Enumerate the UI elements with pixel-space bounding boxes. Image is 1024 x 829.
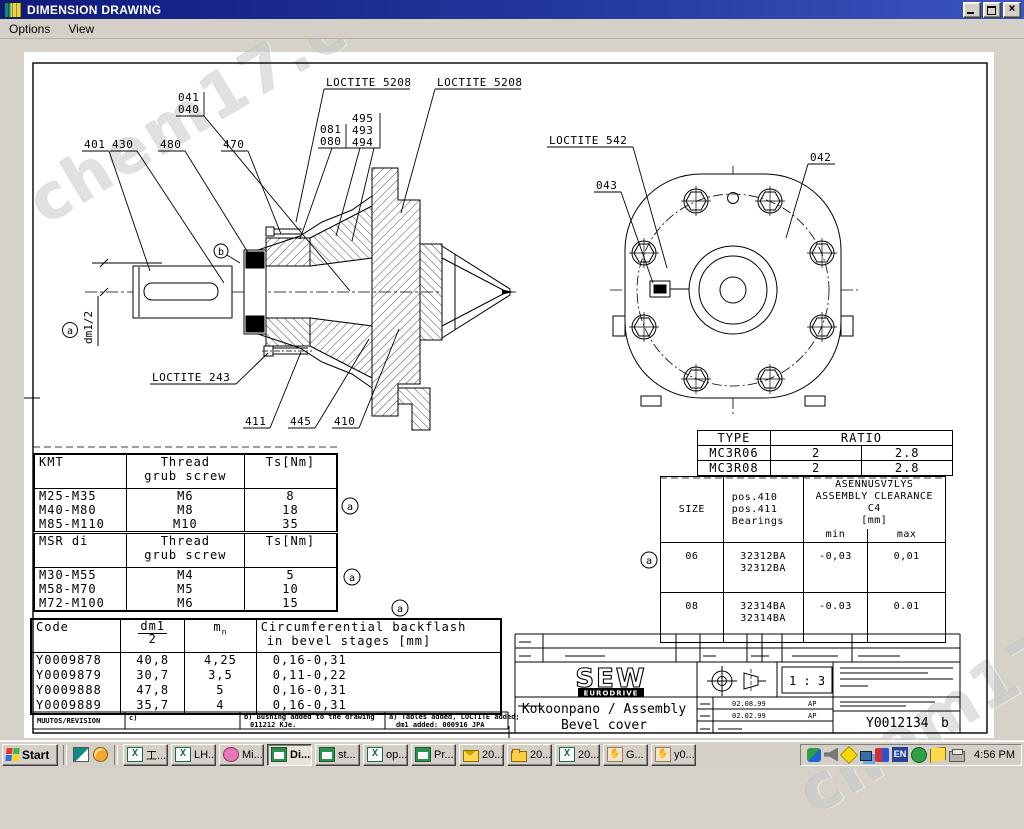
taskbar-separator [114, 745, 118, 765]
app-window-icon [271, 747, 287, 762]
menu-view[interactable]: View [59, 21, 103, 37]
taskbar-button-6[interactable]: op... [363, 744, 408, 766]
network-icon[interactable] [860, 751, 872, 761]
messenger-icon[interactable] [930, 747, 946, 763]
folder-icon [511, 751, 527, 762]
code-backflash-table: Code dm12 mn Circumferential backflashin… [30, 618, 502, 715]
excel-icon [127, 747, 143, 762]
taskbar-button-8[interactable]: 20... [459, 744, 504, 766]
close-button[interactable] [1003, 2, 1021, 18]
taskbar-button-dimension-drawing[interactable]: Di... [267, 744, 312, 766]
language-indicator[interactable]: EN [892, 747, 908, 762]
hand-icon [655, 747, 671, 762]
taskbar-button-11[interactable]: G... [603, 744, 648, 766]
taskbar-button-7[interactable]: Pr... [411, 744, 456, 766]
scheduler-icon[interactable] [911, 747, 927, 763]
taskbar-button-5[interactable]: st... [315, 744, 360, 766]
excel-icon [175, 747, 191, 762]
excel-icon [559, 747, 575, 762]
title-bar[interactable]: DIMENSION DRAWING [0, 0, 1024, 19]
app-icon [4, 2, 22, 18]
desktop: { "window": { "title": "DIMENSION DRAWIN… [0, 0, 1024, 768]
menu-bar: Options View [0, 19, 1024, 39]
taskbar-button-1[interactable]: 工... [123, 744, 168, 766]
excel-icon [367, 747, 383, 762]
mail-icon [463, 750, 479, 762]
antivirus-icon[interactable] [840, 745, 858, 763]
grub-screw-torque-table: KMT Threadgrub screw Ts[Nm] M25-M35M68 M… [33, 453, 338, 612]
quick-launch-desktop-icon[interactable] [72, 746, 89, 763]
type-ratio-table: TYPERATIO MC3R0622.8 MC3R0822.8 [697, 430, 953, 476]
taskbar-button-12[interactable]: y0... [651, 744, 696, 766]
app-window-icon [319, 747, 335, 762]
hand-icon [607, 747, 623, 762]
taskbar-button-2[interactable]: LH... [171, 744, 216, 766]
app-window-icon [415, 747, 431, 762]
taskbar-button-10[interactable]: 20... [555, 744, 600, 766]
assembly-clearance-table: SIZE pos.410pos.411Bearings ASENNUSV7LYS… [660, 476, 946, 643]
volume-icon[interactable] [824, 748, 838, 762]
taskbar-separator [63, 745, 67, 765]
display-icon[interactable] [875, 748, 889, 762]
taskbar-button-3[interactable]: Mi... [219, 744, 264, 766]
taskbar-button-9[interactable]: 20... [507, 744, 552, 766]
window-title: DIMENSION DRAWING [27, 3, 161, 17]
quick-launch-clock-icon[interactable] [92, 746, 109, 763]
minimize-button[interactable] [963, 2, 981, 18]
restore-button[interactable] [983, 2, 1001, 18]
app-pink-icon [223, 747, 239, 762]
start-label: Start [22, 748, 49, 762]
windows-logo-icon [5, 748, 19, 761]
taskbar: Start 工... LH... Mi... Di... st... op...… [0, 740, 1024, 768]
printer-icon[interactable] [949, 751, 965, 762]
menu-options[interactable]: Options [0, 21, 59, 37]
system-tray: EN 4:56 PM [800, 744, 1022, 766]
tray-app-icon[interactable] [807, 748, 821, 762]
clock[interactable]: 4:56 PM [968, 749, 1015, 761]
start-button[interactable]: Start [2, 744, 58, 766]
